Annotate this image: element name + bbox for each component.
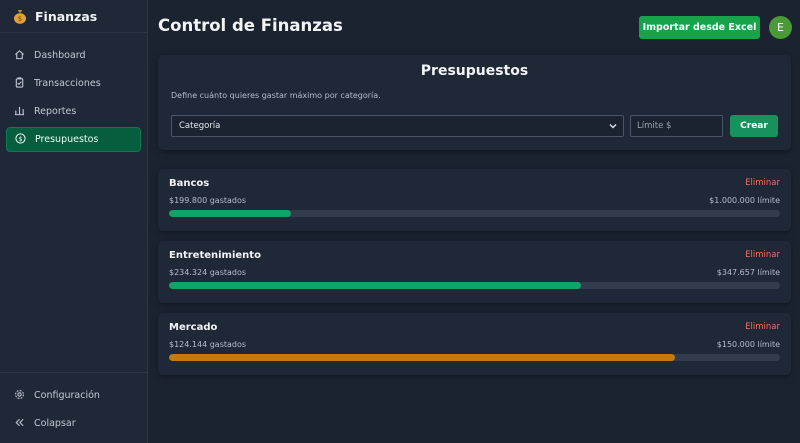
chevron-down-icon (608, 121, 618, 131)
sidebar-item-label: Configuración (34, 390, 100, 401)
delete-budget-button[interactable]: Eliminar (745, 178, 780, 188)
sidebar-item-label: Presupuestos (35, 134, 99, 145)
import-excel-button[interactable]: Importar desde Excel (639, 16, 760, 39)
budget-card-entretenimiento: Entretenimiento Eliminar $234.324 gastad… (158, 241, 791, 303)
gear-icon (14, 389, 25, 403)
section-description: Define cuánto quieres gastar máximo por … (171, 91, 381, 100)
budget-card-mercado: Mercado Eliminar $124.144 gastados $150.… (158, 313, 791, 375)
sidebar-nav: Dashboard Transacciones Reportes $ Presu… (0, 33, 147, 152)
sidebar-item-reportes[interactable]: Reportes (6, 99, 141, 124)
budget-progress-fill (169, 354, 675, 361)
budget-limit: $1.000.000 límite (709, 196, 780, 205)
budget-spent: $199.800 gastados (169, 196, 247, 205)
svg-text:$: $ (17, 15, 21, 23)
budget-name: Entretenimiento (169, 250, 261, 261)
home-icon (14, 49, 25, 63)
limit-input[interactable] (630, 115, 723, 137)
svg-text:$: $ (18, 134, 22, 142)
top-bar: Control de Finanzas Importar desde Excel… (149, 0, 800, 55)
delete-budget-button[interactable]: Eliminar (745, 250, 780, 260)
budget-progress-track (169, 282, 780, 289)
sidebar-footer: Configuración Colapsar (0, 372, 147, 443)
budget-name: Mercado (169, 322, 218, 333)
budget-spent: $234.324 gastados (169, 268, 247, 277)
double-chevron-left-icon (14, 417, 25, 431)
category-select-value: Categoría (179, 121, 221, 131)
app-name: Finanzas (35, 8, 98, 24)
budget-progress-fill (169, 210, 292, 217)
collapse-button[interactable]: Colapsar (6, 411, 141, 436)
budget-form-card: Presupuestos Define cuánto quieres gasta… (158, 55, 791, 150)
create-budget-button[interactable]: Crear (730, 115, 778, 137)
budget-limit: $150.000 límite (716, 340, 780, 349)
budget-progress-track (169, 354, 780, 361)
sidebar-item-label: Dashboard (34, 50, 86, 61)
sidebar-item-presupuestos[interactable]: $ Presupuestos (6, 127, 141, 152)
sidebar-item-label: Reportes (34, 106, 77, 117)
delete-budget-button[interactable]: Eliminar (745, 322, 780, 332)
budget-spent: $124.144 gastados (169, 340, 247, 349)
budget-limit: $347.657 límite (716, 268, 780, 277)
category-select[interactable]: Categoría (171, 115, 624, 137)
dollar-circle-icon: $ (15, 132, 26, 147)
avatar[interactable]: E (769, 16, 792, 39)
sidebar-item-label: Transacciones (34, 78, 101, 89)
sidebar-item-dashboard[interactable]: Dashboard (6, 43, 141, 68)
budget-name: Bancos (169, 178, 210, 189)
brand[interactable]: $ Finanzas (0, 0, 147, 33)
money-bag-icon: $ (12, 9, 27, 24)
budget-progress-fill (169, 282, 581, 289)
sidebar-item-transacciones[interactable]: Transacciones (6, 71, 141, 96)
page-title: Control de Finanzas (158, 16, 343, 35)
bar-chart-icon (14, 105, 25, 119)
section-title: Presupuestos (420, 63, 529, 79)
clipboard-icon (14, 76, 25, 91)
sidebar-item-configuracion[interactable]: Configuración (6, 383, 141, 408)
sidebar: $ Finanzas Dashboard Transacciones Repor… (0, 0, 148, 443)
budget-progress-track (169, 210, 780, 217)
sidebar-item-label: Colapsar (34, 418, 76, 429)
budget-card-bancos: Bancos Eliminar $199.800 gastados $1.000… (158, 169, 791, 231)
